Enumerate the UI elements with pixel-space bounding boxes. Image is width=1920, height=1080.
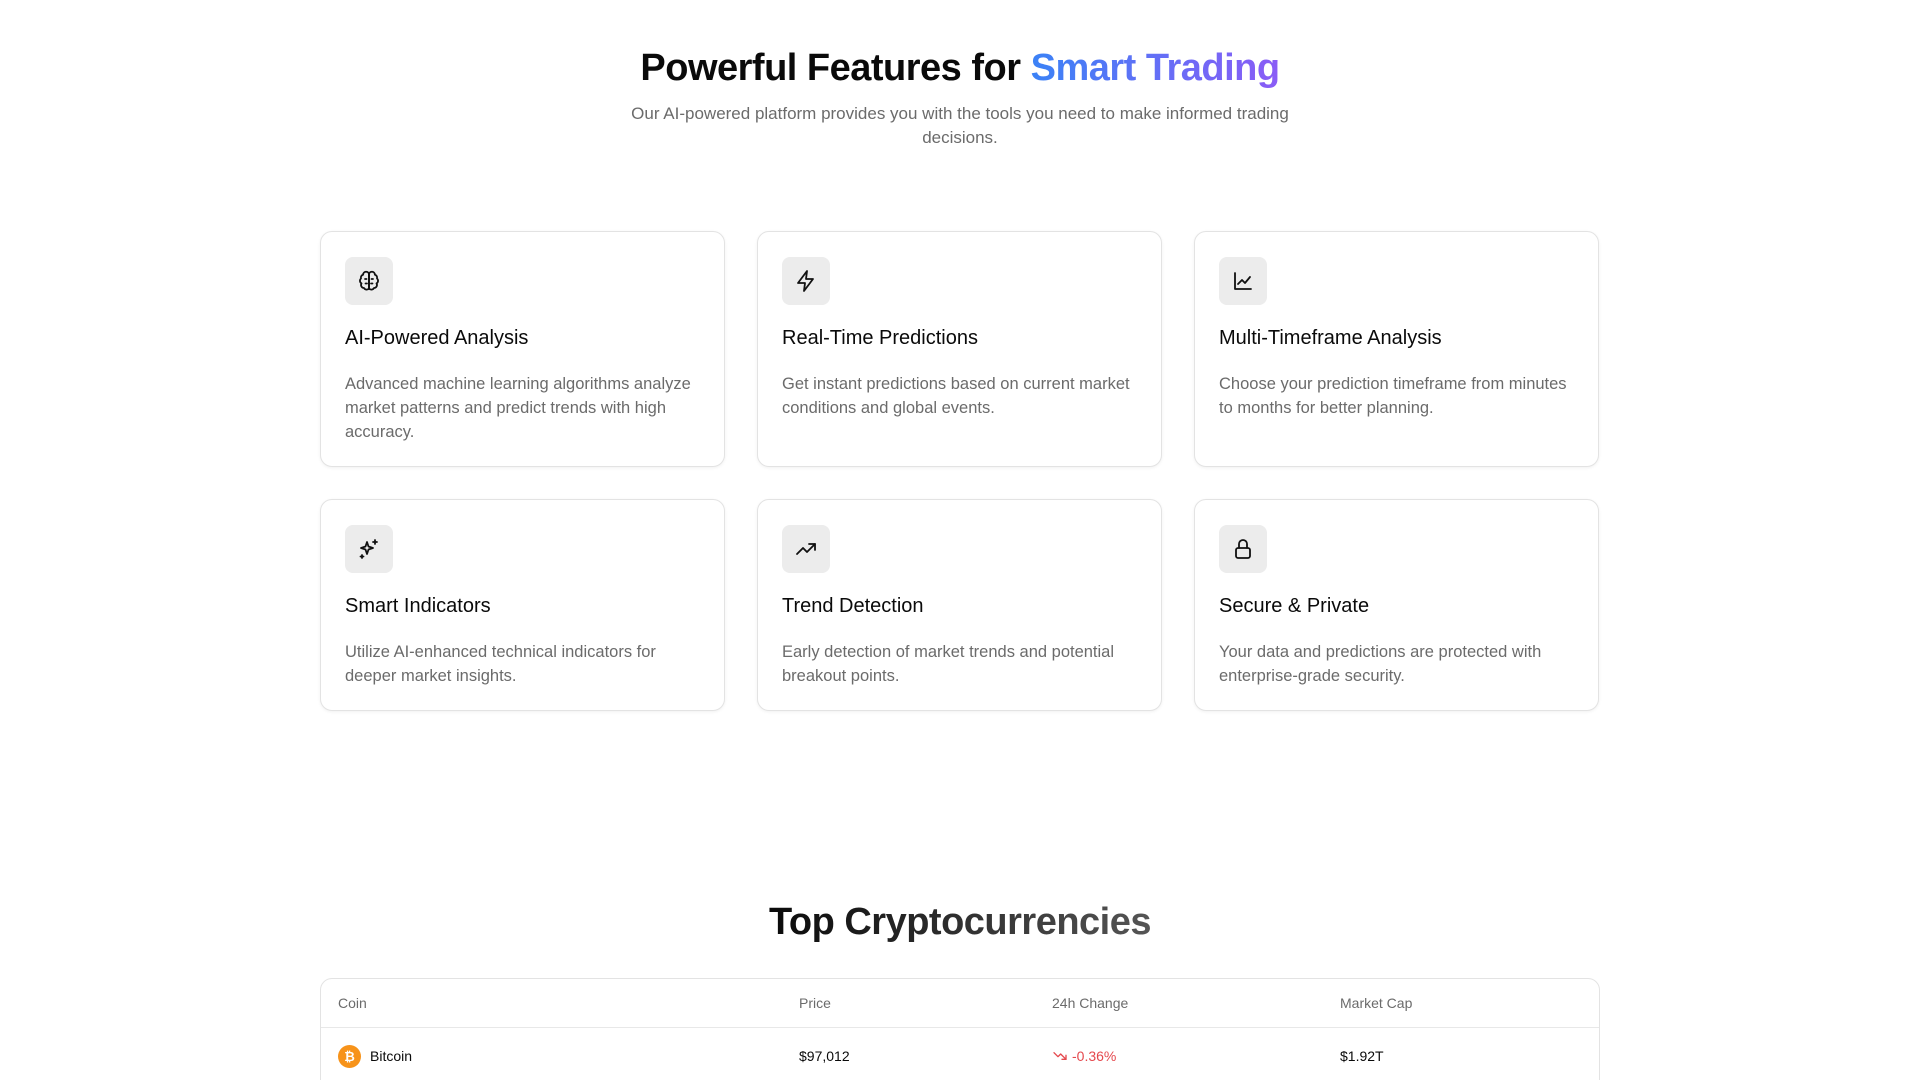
- column-header-price[interactable]: Price: [799, 995, 1052, 1011]
- feature-card: Multi-Timeframe Analysis Choose your pre…: [1194, 231, 1599, 467]
- feature-title: Smart Indicators: [345, 595, 491, 617]
- feature-description: Your data and predictions are protected …: [1219, 643, 1542, 685]
- lock-icon: [1219, 525, 1267, 573]
- features-subtitle: Our AI-powered platform provides you wit…: [631, 104, 1289, 147]
- trending-down-icon: [1053, 1052, 1067, 1060]
- price-cell: $97,012: [799, 1048, 850, 1064]
- coin-cell: ₿ Bitcoin: [321, 1044, 799, 1068]
- feature-description: Early detection of market trends and pot…: [782, 643, 1115, 685]
- column-header-coin[interactable]: Coin: [321, 995, 799, 1011]
- features-title-highlight: Smart Trading: [1030, 47, 1281, 89]
- feature-card: AI-Powered Analysis Advanced machine lea…: [320, 231, 725, 467]
- feature-card: Real-Time Predictions Get instant predic…: [757, 231, 1162, 467]
- feature-description: Choose your prediction timeframe from mi…: [1219, 375, 1567, 417]
- brain-icon: [345, 257, 393, 305]
- features-title-prefix: Powerful Features for: [640, 47, 1031, 89]
- line-chart-icon: [1219, 257, 1267, 305]
- feature-card: Trend Detection Early detection of marke…: [757, 499, 1162, 711]
- coin-name: Bitcoin: [370, 1048, 413, 1064]
- feature-title: AI-Powered Analysis: [345, 327, 529, 349]
- crypto-title-text: Top Cryptocurrencies: [768, 901, 1152, 943]
- crypto-title: Top Cryptocurrencies: [0, 898, 1920, 946]
- column-header-market-cap[interactable]: Market Cap: [1340, 995, 1599, 1011]
- trending-up-icon: [782, 525, 830, 573]
- feature-description: Advanced machine learning algorithms ana…: [345, 375, 691, 441]
- feature-card: Smart Indicators Utilize AI-enhanced tec…: [320, 499, 725, 711]
- features-title: Powerful Features for Smart Trading: [0, 44, 1920, 92]
- feature-title: Real-Time Predictions: [782, 327, 978, 349]
- feature-title: Trend Detection: [782, 595, 924, 617]
- change-value: -0.36%: [1072, 1048, 1117, 1064]
- feature-title: Multi-Timeframe Analysis: [1219, 327, 1442, 349]
- crypto-table: Coin Price 24h Change Market Cap ₿ Bitco…: [320, 978, 1600, 1080]
- market-cap-cell: $1.92T: [1340, 1048, 1384, 1064]
- feature-grid: AI-Powered Analysis Advanced machine lea…: [320, 231, 1600, 711]
- feature-card: Secure & Private Your data and predictio…: [1194, 499, 1599, 711]
- feature-description: Utilize AI-enhanced technical indicators…: [345, 643, 656, 685]
- feature-title: Secure & Private: [1219, 595, 1370, 617]
- column-header-change[interactable]: 24h Change: [1052, 995, 1340, 1011]
- lightning-icon: [782, 257, 830, 305]
- change-cell: -0.36%: [1052, 1048, 1340, 1064]
- sparkles-icon: [345, 525, 393, 573]
- bitcoin-icon: ₿: [338, 1044, 361, 1068]
- feature-description: Get instant predictions based on current…: [782, 375, 1130, 417]
- features-header: Powerful Features for Smart Trading Our …: [0, 44, 1920, 150]
- table-header: Coin Price 24h Change Market Cap: [321, 979, 1599, 1028]
- table-row[interactable]: ₿ Bitcoin $97,012 -0.36% $1.92T: [321, 1028, 1599, 1080]
